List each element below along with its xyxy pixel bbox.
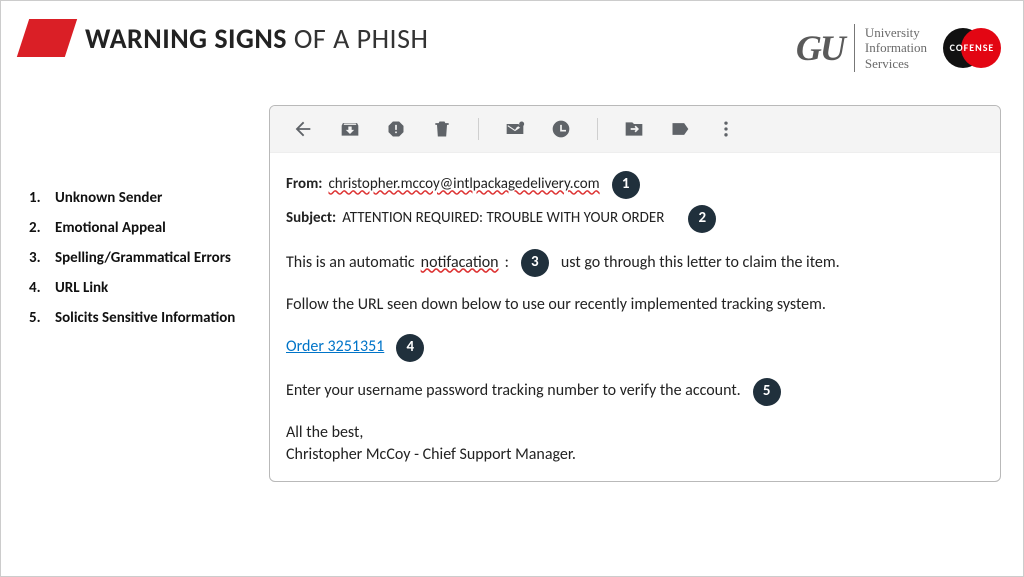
email-body: From: christopher.mccoy@intlpackagedeliv… [270,153,1000,481]
list-item: Emotional Appeal [29,213,251,243]
from-row: From: christopher.mccoy@intlpackagedeliv… [286,171,984,199]
mark-unread-icon[interactable] [505,119,525,139]
divider [854,24,855,72]
toolbar-separator [478,118,479,140]
warning-list: Unknown Sender Emotional Appeal Spelling… [23,105,251,482]
closing: All the best, Christopher McCoy - Chief … [286,422,984,467]
list-item: Spelling/Grammatical Errors [29,243,251,273]
move-to-icon[interactable] [624,119,644,139]
annotation-badge-2: 2 [688,205,716,233]
toolbar-separator [597,118,598,140]
uis-line1: University [865,25,927,41]
body-line-2: Follow the URL seen down below to use ou… [286,293,984,318]
annotation-badge-1: 1 [612,171,640,199]
slide-title: WARNING SIGNS OF A PHISH [85,21,428,56]
body1-mid: : [505,251,509,276]
uis-line3: Services [865,56,927,72]
gu-monogram: GU [796,30,844,66]
snooze-icon[interactable] [551,119,571,139]
gu-logo: GU University Information Services [796,24,927,72]
title-bold: WARNING SIGNS [85,21,287,56]
slide: WARNING SIGNS OF A PHISH GU University I… [0,0,1024,577]
cofense-logo: COFENSE [943,19,1001,77]
back-icon[interactable] [292,118,314,140]
title-rest: OF A PHISH [287,21,428,56]
report-spam-icon[interactable] [386,119,406,139]
list-item: Unknown Sender [29,183,251,213]
annotation-badge-5: 5 [753,378,781,406]
label-icon[interactable] [670,119,690,139]
slide-header: WARNING SIGNS OF A PHISH GU University I… [23,19,1001,77]
list-item: URL Link [29,273,251,303]
red-parallelogram-icon [17,19,77,57]
more-icon[interactable] [716,119,736,139]
body1-misspell: notifacation [421,251,499,276]
archive-icon[interactable] [340,119,360,139]
title-wrap: WARNING SIGNS OF A PHISH [23,19,428,57]
from-address: christopher.mccoy@intlpackagedelivery.co… [328,173,599,196]
annotation-badge-3: 3 [521,249,549,277]
body-line-1: This is an automatic notifacation: 3 ust… [286,249,984,277]
subject-label: Subject: [286,207,336,230]
delete-icon[interactable] [432,119,452,139]
annotation-badge-4: 4 [396,334,424,362]
body1-pre: This is an automatic [286,251,415,276]
cofense-text: COFENSE [943,41,1001,54]
list-item: Solicits Sensitive Information [29,303,251,333]
subject-row: Subject: ATTENTION REQUIRED: TROUBLE WIT… [286,205,984,233]
slide-body: Unknown Sender Emotional Appeal Spelling… [23,105,1001,482]
url-row: Order 3251351 4 [286,334,984,362]
body1-post: ust go through this letter to claim the … [561,251,840,276]
brand-logos: GU University Information Services COFEN… [796,19,1001,77]
closing-line1: All the best, [286,422,984,444]
phish-link[interactable]: Order 3251351 [286,335,384,360]
email-pane: From: christopher.mccoy@intlpackagedeliv… [269,105,1001,482]
email-toolbar [270,106,1000,153]
subject-text: ATTENTION REQUIRED: TROUBLE WITH YOUR OR… [342,207,664,230]
body3-text: Enter your username password tracking nu… [286,379,741,404]
body-line-3: Enter your username password tracking nu… [286,378,984,406]
uis-line2: Information [865,40,927,56]
from-label: From: [286,173,322,196]
uis-text: University Information Services [865,25,927,72]
closing-line2: Christopher McCoy - Chief Support Manage… [286,444,984,466]
